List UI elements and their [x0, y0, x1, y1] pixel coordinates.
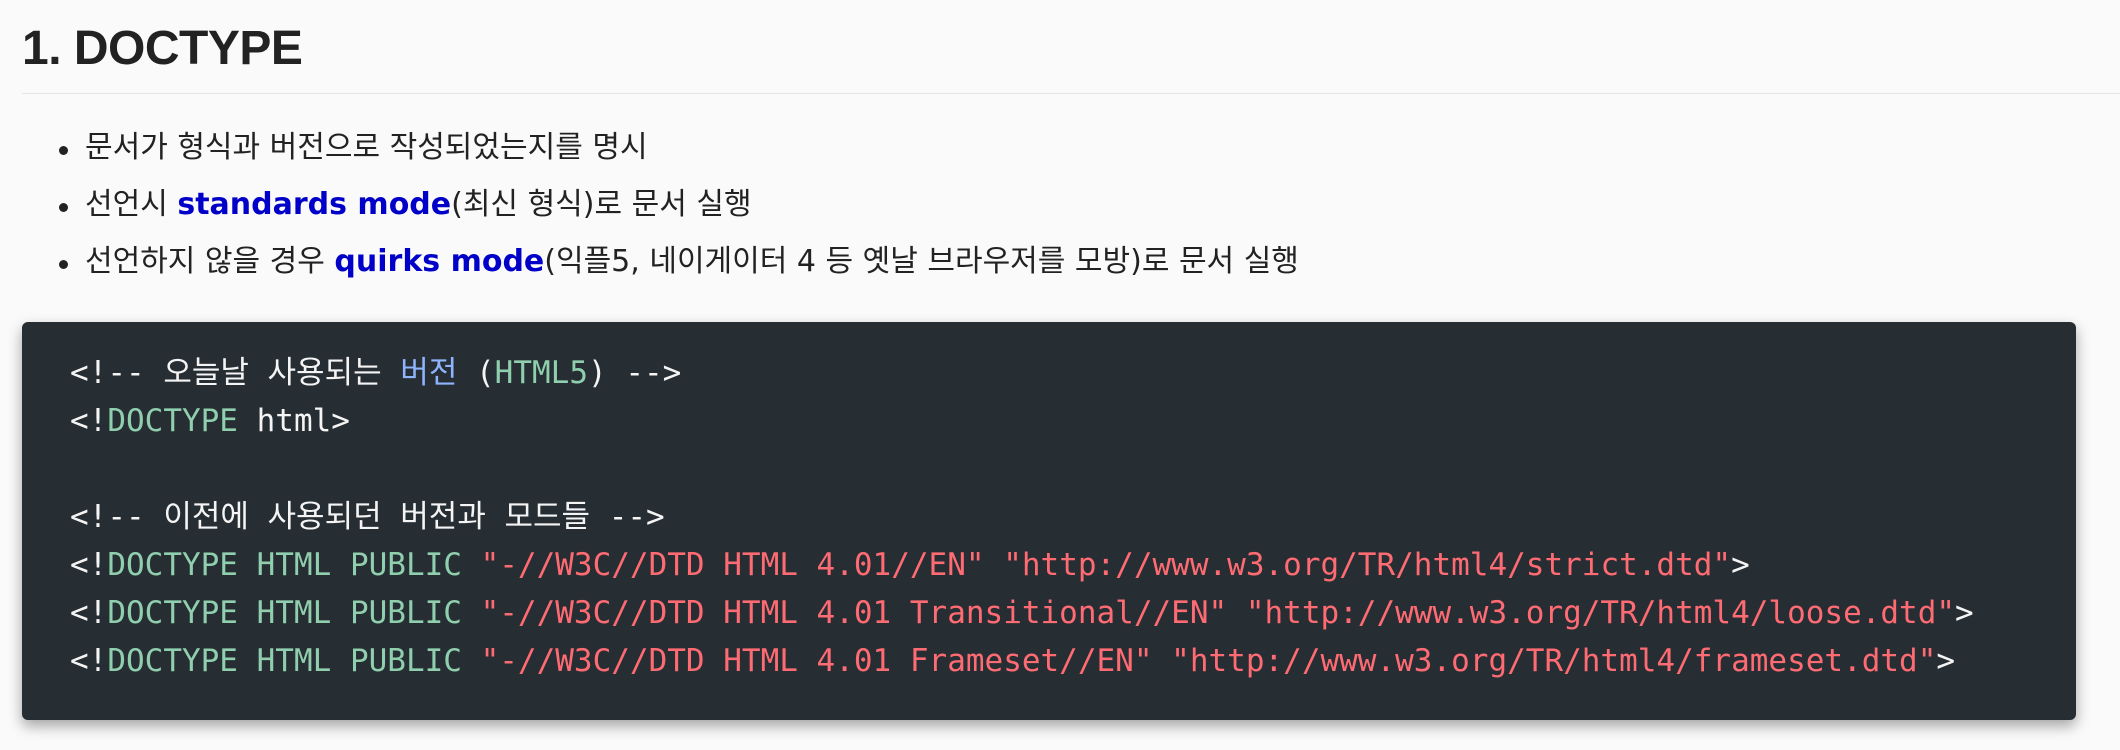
list-item: 문서가 형식과 버전으로 작성되었는지를 명시: [0, 122, 1299, 179]
code-comment: <!-- 오늘날 사용되는: [70, 355, 401, 391]
code-punct: <!: [70, 643, 108, 679]
description-list: 문서가 형식과 버전으로 작성되었는지를 명시 선언시 standards mo…: [0, 122, 1299, 293]
code-content: <!-- 오늘날 사용되는 버전 (HTML5) --> <!DOCTYPE ht…: [70, 349, 1974, 685]
code-line: <!DOCTYPE HTML PUBLIC "-//W3C//DTD HTML …: [70, 589, 1974, 637]
heading-divider: [22, 93, 2120, 94]
code-punct: >: [1955, 595, 1974, 631]
code-fpi-string: "-//W3C//DTD HTML 4.01 Frameset//EN": [480, 643, 1153, 679]
list-item-text: 선언하지 않을 경우: [85, 244, 335, 279]
code-punct: >: [1731, 547, 1750, 583]
code-punct: <!: [70, 595, 108, 631]
section-heading: 1. DOCTYPE: [22, 22, 303, 75]
code-doctype-decl: DOCTYPE HTML PUBLIC: [107, 643, 462, 679]
list-item-text: (최신 형식)로 문서 실행: [451, 187, 752, 222]
quirks-mode-keyword: quirks mode: [334, 244, 545, 279]
code-block: <!-- 오늘날 사용되는 버전 (HTML5) --> <!DOCTYPE ht…: [22, 322, 2076, 720]
list-item-text: 문서가 형식과 버전으로 작성되었는지를 명시: [85, 130, 648, 165]
code-punct: (: [457, 355, 495, 391]
code-fpi-string: "-//W3C//DTD HTML 4.01//EN": [480, 547, 985, 583]
code-line: <!-- 오늘날 사용되는 버전 (HTML5) -->: [70, 349, 1974, 397]
code-comment-close: ) -->: [588, 355, 682, 391]
code-line: <!-- 이전에 사용되던 버전과 모드들 -->: [70, 493, 1974, 541]
code-line: <!DOCTYPE html>: [70, 397, 1974, 445]
code-punct: <!: [70, 547, 108, 583]
list-item: 선언시 standards mode(최신 형식)로 문서 실행: [0, 179, 1299, 236]
standards-mode-keyword: standards mode: [177, 187, 452, 222]
code-punct: <!: [70, 403, 108, 439]
code-word: 버전: [400, 355, 458, 391]
code-text: html>: [237, 403, 350, 439]
list-item-text: (익플5, 네이게이터 4 등 옛날 브라우저를 모방)로 문서 실행: [544, 244, 1299, 279]
code-line: <!DOCTYPE HTML PUBLIC "-//W3C//DTD HTML …: [70, 637, 1974, 685]
code-punct: >: [1936, 643, 1956, 679]
code-fpi-string: "-//W3C//DTD HTML 4.01 Transitional//EN": [480, 595, 1228, 631]
list-item: 선언하지 않을 경우 quirks mode(익플5, 네이게이터 4 등 옛날…: [0, 236, 1299, 293]
code-doctype-decl: DOCTYPE HTML PUBLIC: [107, 595, 462, 631]
code-line: <!DOCTYPE HTML PUBLIC "-//W3C//DTD HTML …: [70, 541, 1974, 589]
code-url-string: "http://www.w3.org/TR/html4/loose.dtd": [1245, 595, 1956, 631]
code-url-string: "http://www.w3.org/TR/html4/frameset.dtd…: [1171, 643, 1937, 679]
list-item-text: 선언시: [85, 187, 178, 222]
code-doctype-keyword: DOCTYPE: [107, 403, 238, 439]
code-comment: <!-- 이전에 사용되던 버전과 모드들 -->: [70, 499, 665, 535]
code-html5: HTML5: [494, 355, 588, 391]
code-url-string: "http://www.w3.org/TR/html4/strict.dtd": [1003, 547, 1732, 583]
code-doctype-decl: DOCTYPE HTML PUBLIC: [107, 547, 462, 583]
